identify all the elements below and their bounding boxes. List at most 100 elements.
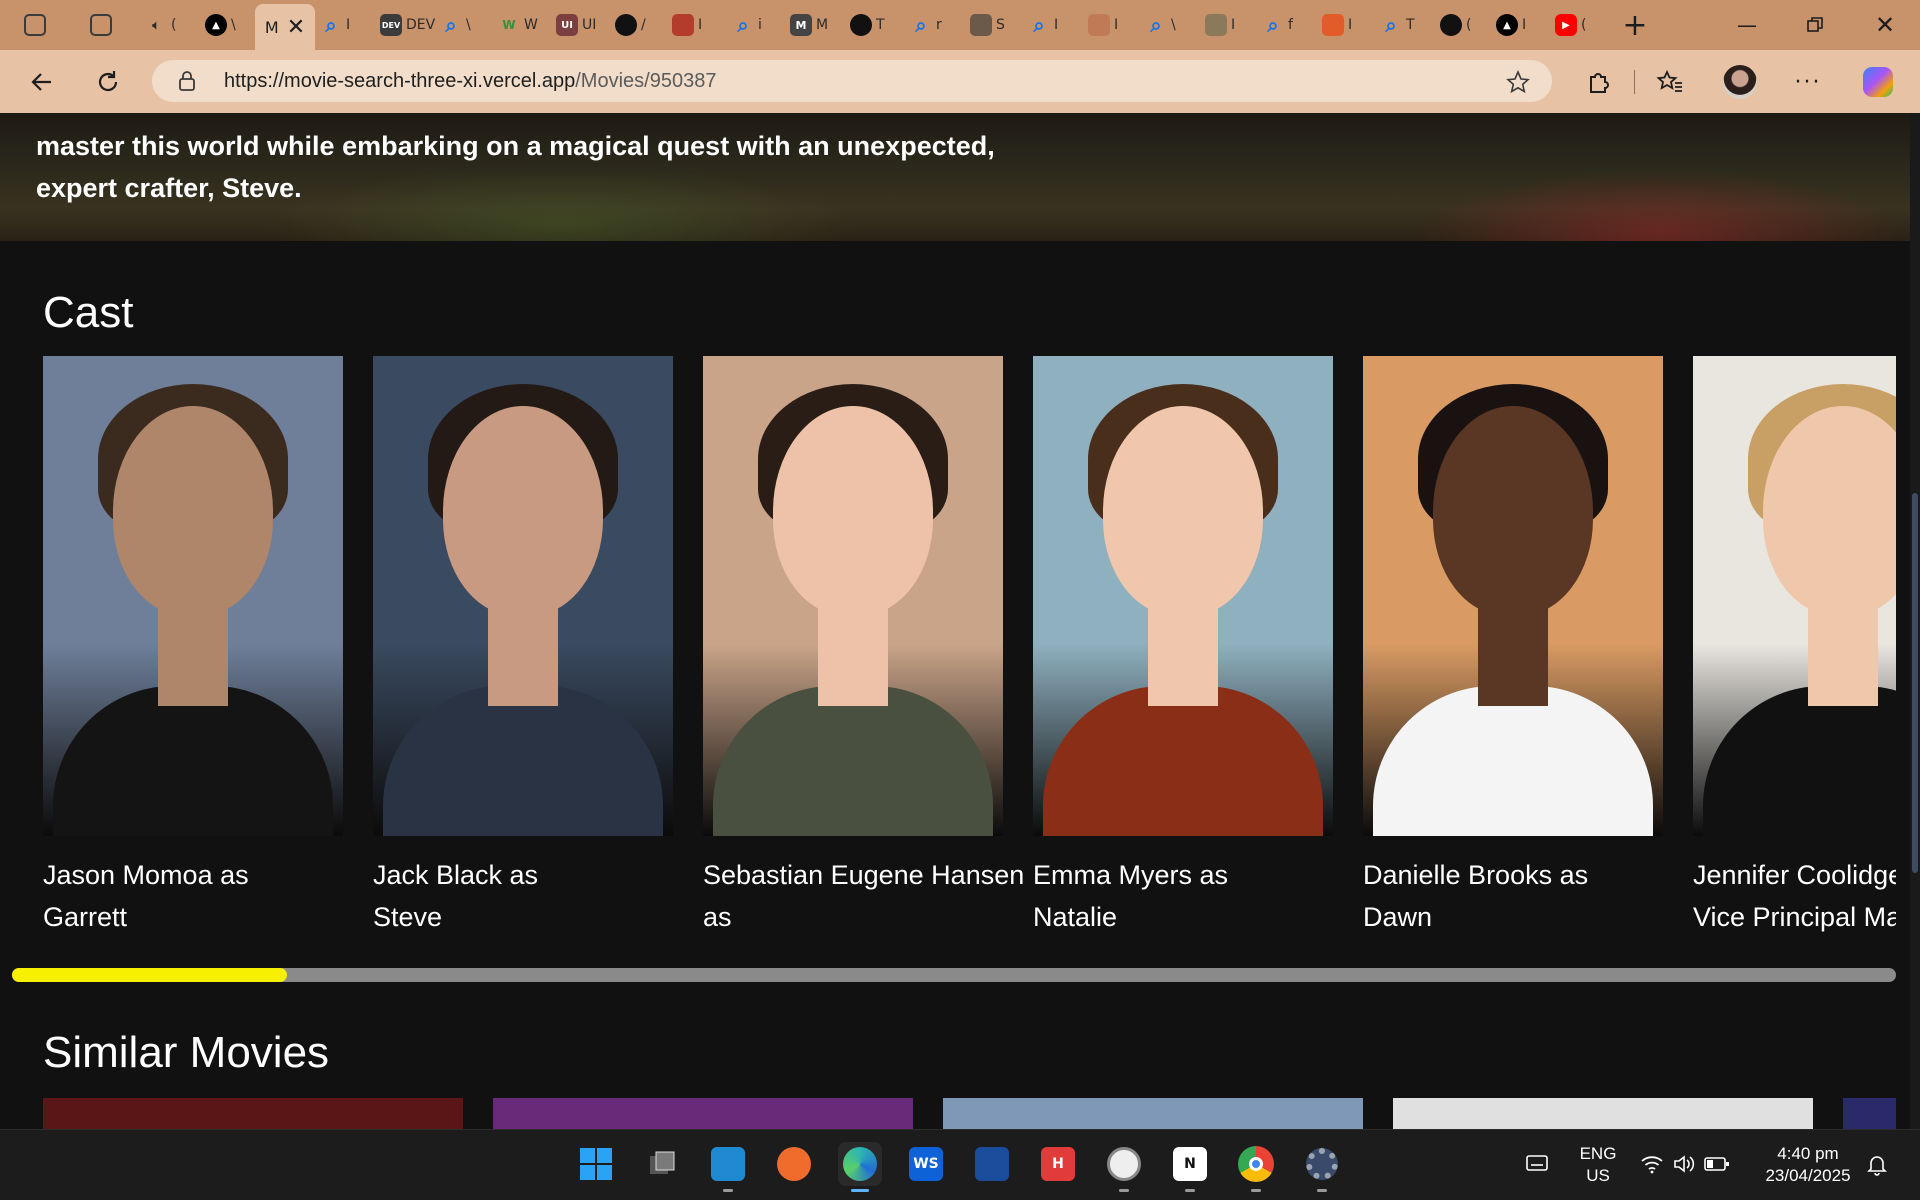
tab-20[interactable]: I xyxy=(1205,8,1235,42)
tab-14[interactable]: T xyxy=(850,8,885,42)
hero-backdrop: master this world while embarking on a m… xyxy=(0,113,1910,241)
cast-photo xyxy=(43,356,343,836)
portrait-face xyxy=(1103,406,1263,616)
tab-title: \ xyxy=(466,17,471,33)
similar-movie-poster[interactable] xyxy=(1843,1098,1896,1129)
wifi-icon[interactable] xyxy=(1640,1154,1664,1178)
tab-1[interactable] xyxy=(24,8,46,42)
tab-manager-icon xyxy=(24,14,46,36)
search-icon: ⌕ xyxy=(1150,13,1162,37)
chrome-icon[interactable] xyxy=(1234,1142,1278,1192)
cast-card[interactable]: Sebastian Eugene Hansen as Henry xyxy=(703,356,1024,936)
volume-icon[interactable] xyxy=(1672,1154,1696,1178)
close-tab-icon[interactable]: ✕ xyxy=(287,15,305,40)
tab-9[interactable]: UI UI xyxy=(556,8,596,42)
page-scrollbar[interactable] xyxy=(1910,113,1920,1129)
running-indicator xyxy=(1185,1189,1195,1192)
tab-2[interactable] xyxy=(90,8,112,42)
windows-taskbar: WS H N ENG US 4:40 pm 23/04/2025 xyxy=(0,1129,1920,1200)
github-icon xyxy=(850,14,872,36)
new-tab-button[interactable]: + xyxy=(1620,8,1650,43)
reload-button[interactable] xyxy=(90,64,126,100)
tab-10[interactable]: / xyxy=(615,8,646,42)
h-app-icon[interactable]: H xyxy=(1036,1142,1080,1186)
tab-3[interactable]: 🔈︎ ( xyxy=(145,8,176,42)
tab-8[interactable]: WW xyxy=(498,8,537,42)
webstorm-icon[interactable]: WS xyxy=(904,1142,948,1186)
cast-card[interactable]: Jack Black as Steve xyxy=(373,356,673,936)
extensions-button[interactable] xyxy=(1580,64,1616,100)
more-options-button[interactable]: ··· xyxy=(1790,64,1826,100)
notion-icon[interactable]: N xyxy=(1168,1142,1212,1192)
similar-movie-poster[interactable] xyxy=(493,1098,913,1129)
running-indicator xyxy=(723,1189,733,1192)
search-icon: ⌕ xyxy=(325,13,337,37)
cast-name: Danielle Brooks as Dawn xyxy=(1363,860,1589,932)
similar-movies-carousel[interactable] xyxy=(43,1098,1896,1129)
tab-21[interactable]: ⌕ f xyxy=(1262,8,1293,42)
minimize-icon: — xyxy=(1737,13,1757,37)
cast-card[interactable]: Emma Myers as Natalie xyxy=(1033,356,1333,936)
tab-24[interactable]: ( xyxy=(1440,8,1471,42)
edge-icon[interactable] xyxy=(838,1142,882,1192)
tab-7[interactable]: ⌕ \ xyxy=(440,8,471,42)
vercel-icon: ▲ xyxy=(1496,14,1518,36)
clock[interactable]: 4:40 pm 23/04/2025 xyxy=(1748,1143,1868,1187)
cast-scrollbar[interactable] xyxy=(12,968,1896,982)
tab-18[interactable]: I xyxy=(1088,8,1118,42)
page-scrollbar-thumb[interactable] xyxy=(1912,493,1918,873)
keyboard-icon[interactable] xyxy=(1526,1154,1548,1176)
cast-card[interactable]: Danielle Brooks as Dawn xyxy=(1363,356,1663,936)
tab-16[interactable]: S xyxy=(970,8,1005,42)
address-bar[interactable]: https://movie-search-three-xi.vercel.app… xyxy=(152,60,1552,102)
tab-23[interactable]: ⌕ T xyxy=(1380,8,1414,42)
tab-11[interactable]: I xyxy=(672,8,702,42)
tab-6[interactable]: DEV DEV xyxy=(380,8,435,42)
tab-25[interactable]: ▲ I xyxy=(1496,8,1526,42)
cast-carousel[interactable]: Jason Momoa as Garrett Jack Black as Stev… xyxy=(43,356,1896,936)
vscode-icon[interactable] xyxy=(706,1142,750,1192)
tab-26[interactable]: ▶( xyxy=(1555,8,1586,42)
tab-19[interactable]: ⌕ \ xyxy=(1145,8,1175,42)
language-indicator[interactable]: ENG US xyxy=(1570,1143,1626,1187)
postman-icon[interactable] xyxy=(772,1142,816,1186)
clock-date: 23/04/2025 xyxy=(1765,1166,1851,1185)
tab-title: r xyxy=(936,17,942,33)
clock-icon[interactable] xyxy=(1102,1142,1146,1192)
cast-card[interactable]: Jason Momoa as Garrett xyxy=(43,356,343,936)
similar-movie-poster[interactable] xyxy=(943,1098,1363,1129)
cast-card[interactable]: Jennifer Coolidge as Vice Principal Ma xyxy=(1693,356,1896,936)
minimize-button[interactable]: — xyxy=(1732,10,1762,40)
settings-icon[interactable] xyxy=(1300,1142,1344,1192)
tab-15[interactable]: ⌕ r xyxy=(910,8,942,42)
portrait-body xyxy=(1373,686,1653,836)
back-button[interactable] xyxy=(24,64,60,100)
active-tab[interactable]: M ✕ xyxy=(255,4,315,50)
cast-scrollbar-thumb[interactable] xyxy=(12,968,288,982)
profile-button[interactable] xyxy=(1722,64,1758,100)
copilot-icon xyxy=(1863,67,1893,97)
tab-12[interactable]: ⌕ i xyxy=(732,8,762,42)
notification-bell-icon[interactable] xyxy=(1866,1154,1888,1180)
terminal-icon[interactable] xyxy=(970,1142,1014,1186)
battery-icon[interactable] xyxy=(1704,1155,1730,1177)
tab-4[interactable]: ▲ \ xyxy=(205,8,236,42)
favorites-button[interactable] xyxy=(1652,64,1688,100)
tab-title: M xyxy=(816,17,829,33)
m-icon: M xyxy=(790,14,812,36)
restore-button[interactable] xyxy=(1800,10,1830,40)
close-window-button[interactable]: ✕ xyxy=(1870,10,1900,40)
tab-22[interactable]: I xyxy=(1322,8,1352,42)
portrait-body xyxy=(1043,686,1323,836)
favorite-star-icon[interactable] xyxy=(1506,70,1530,94)
windows-start-icon[interactable] xyxy=(574,1142,618,1186)
similar-movie-poster[interactable] xyxy=(43,1098,463,1129)
portrait-face xyxy=(443,406,603,616)
similar-movie-poster[interactable] xyxy=(1393,1098,1813,1129)
task-view-icon[interactable] xyxy=(640,1142,684,1186)
copilot-button[interactable] xyxy=(1860,64,1896,100)
tab-5[interactable]: ⌕ I xyxy=(320,8,350,42)
tab-17[interactable]: ⌕ I xyxy=(1028,8,1058,42)
tab-13[interactable]: MM xyxy=(790,8,828,42)
running-indicator xyxy=(1317,1189,1327,1192)
